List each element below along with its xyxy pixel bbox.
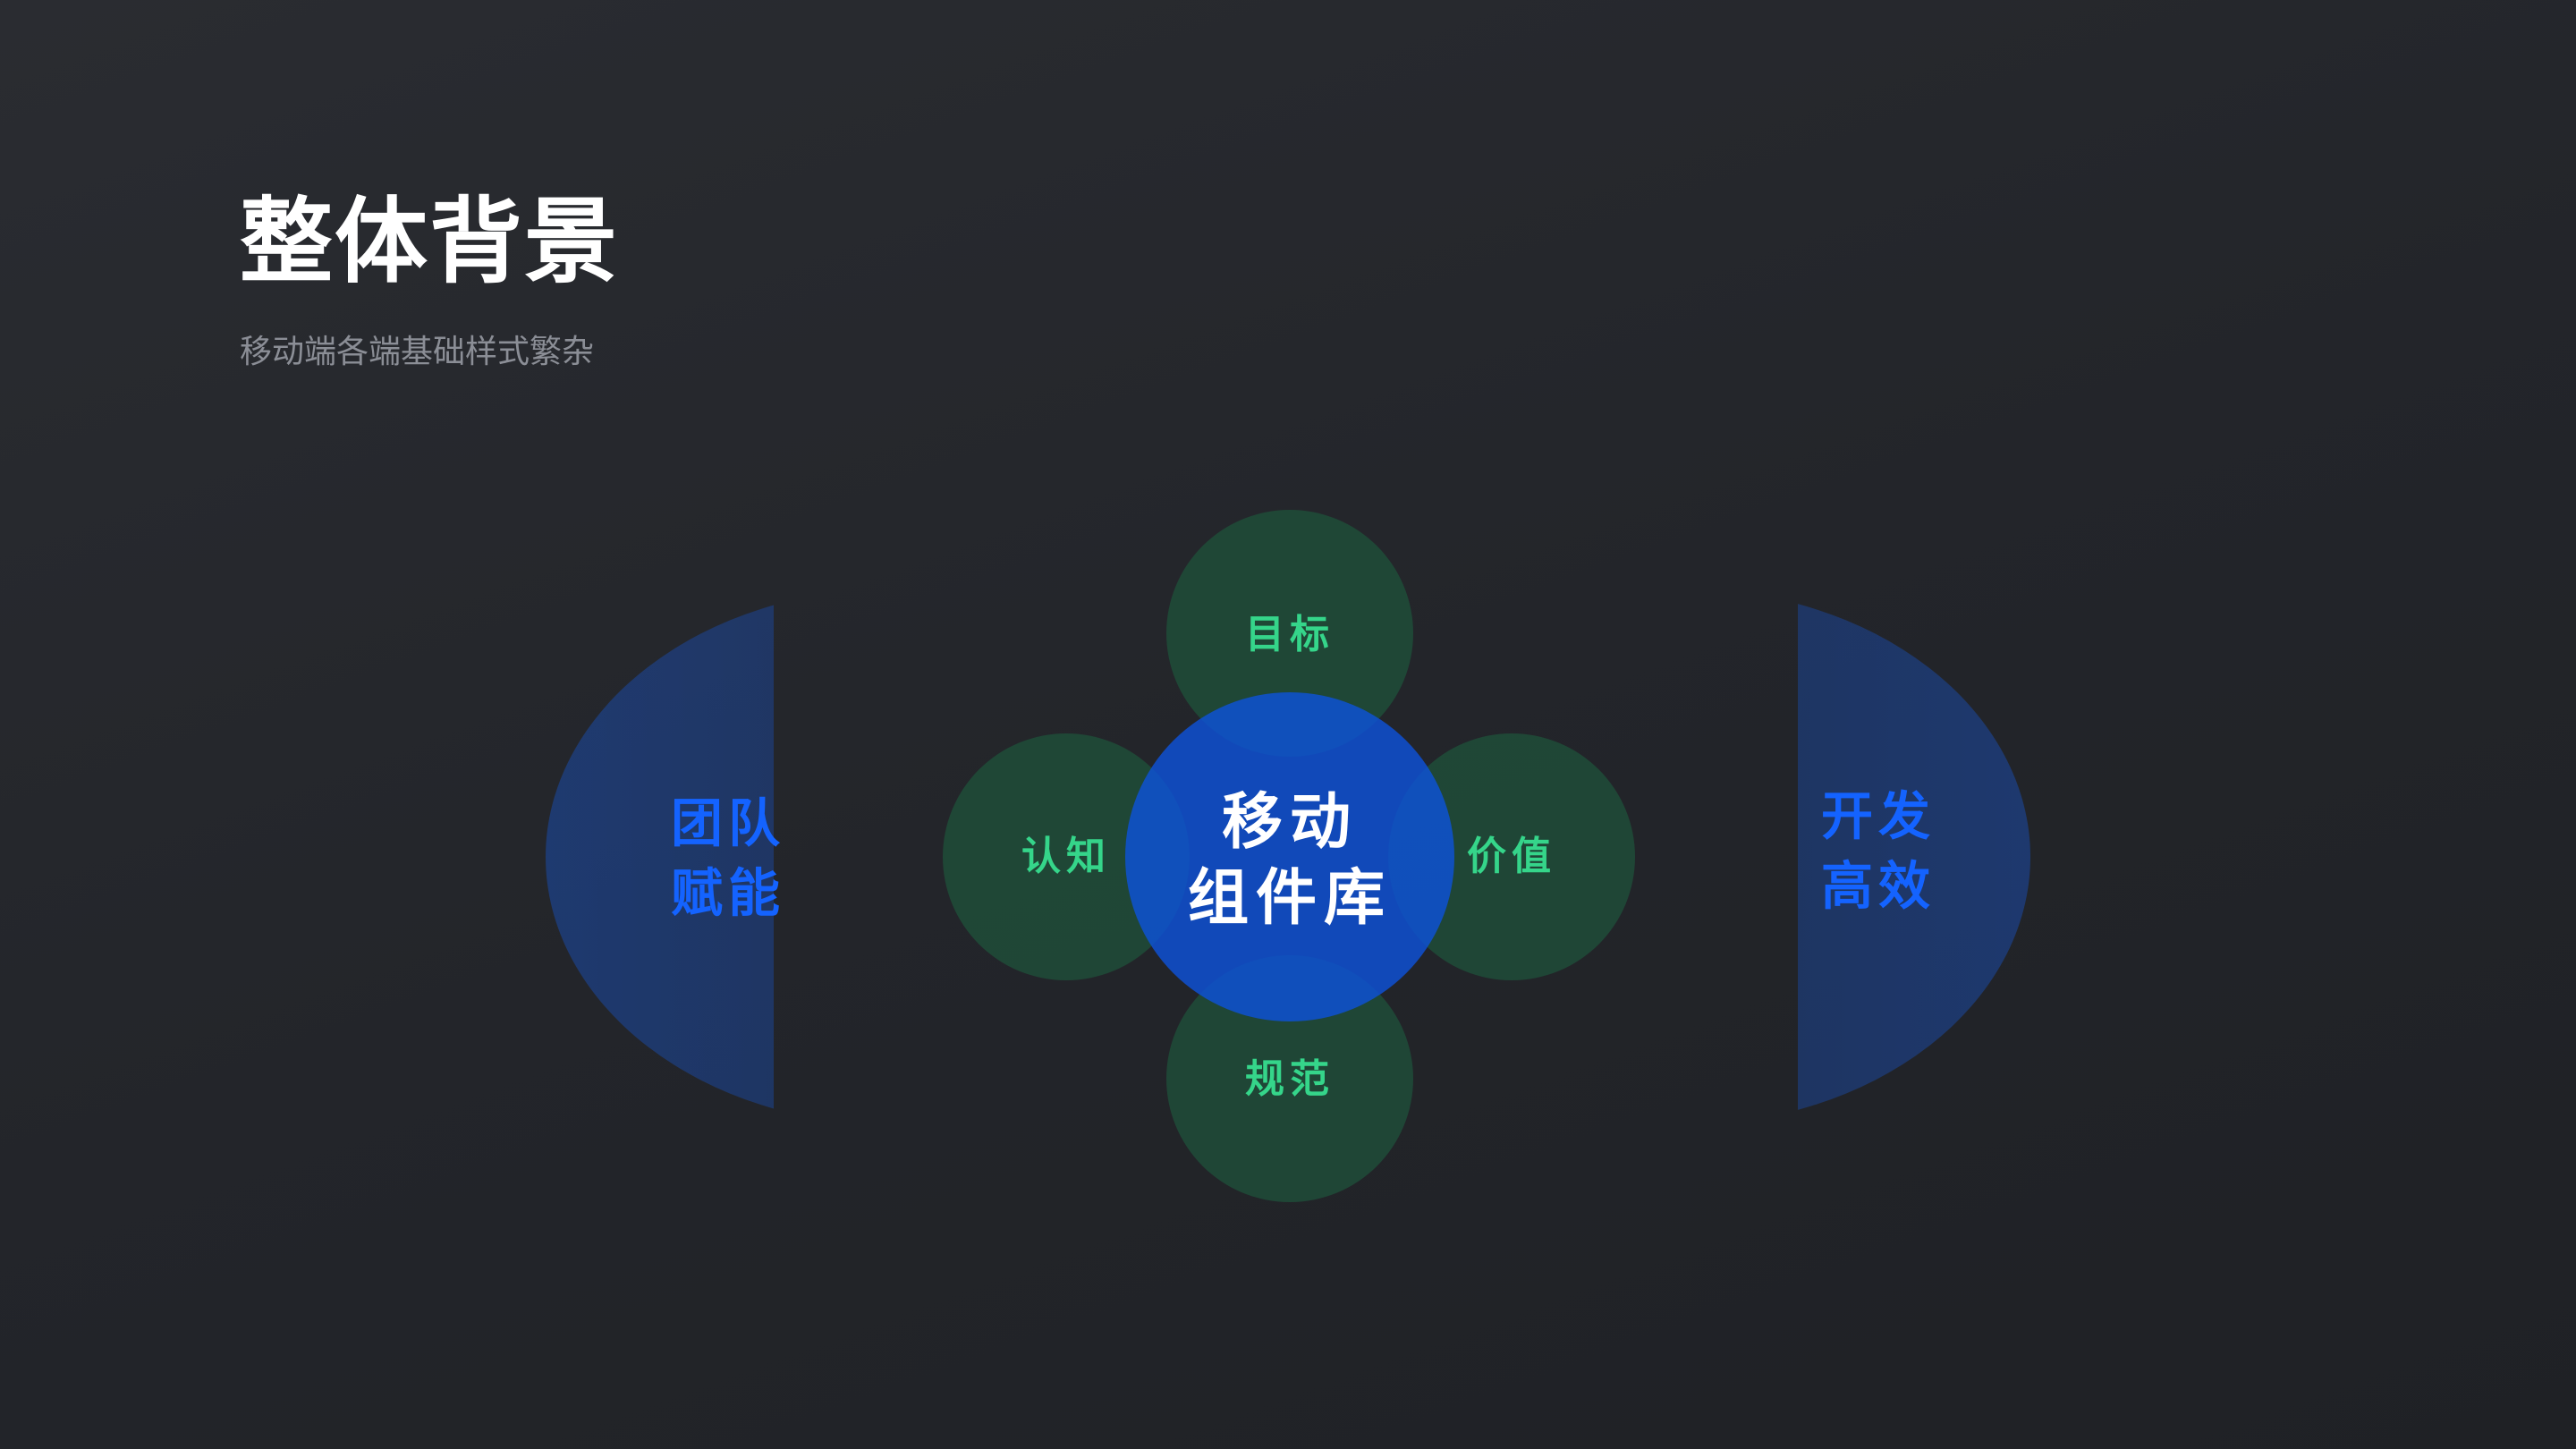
left-wing-label: 团队 赋能 [671, 789, 785, 929]
center-label-line1: 移动 [1221, 787, 1359, 858]
center-label-line2: 组件库 [1187, 863, 1393, 934]
right-wing-label-line2: 高效 [1820, 856, 1936, 917]
slide: 整体背景 移动端各端基础样式繁杂 目标 认知 价值 规范 移动 组件库 团队 赋… [0, 0, 2576, 1449]
diagram-graphic [546, 510, 2030, 1202]
left-wing-label-line2: 赋能 [670, 863, 786, 924]
right-wing-label-line1: 开发 [1820, 785, 1936, 847]
left-wing-label-line1: 团队 [670, 792, 786, 854]
right-wing-label: 开发 高效 [1821, 782, 1936, 922]
center-label: 移动 组件库 [1188, 784, 1392, 936]
satellite-label-bottom: 规范 [1245, 1056, 1335, 1102]
satellite-label-left: 认知 [1021, 834, 1111, 879]
satellite-label-right: 价值 [1467, 834, 1556, 879]
satellite-label-top: 目标 [1245, 612, 1335, 657]
